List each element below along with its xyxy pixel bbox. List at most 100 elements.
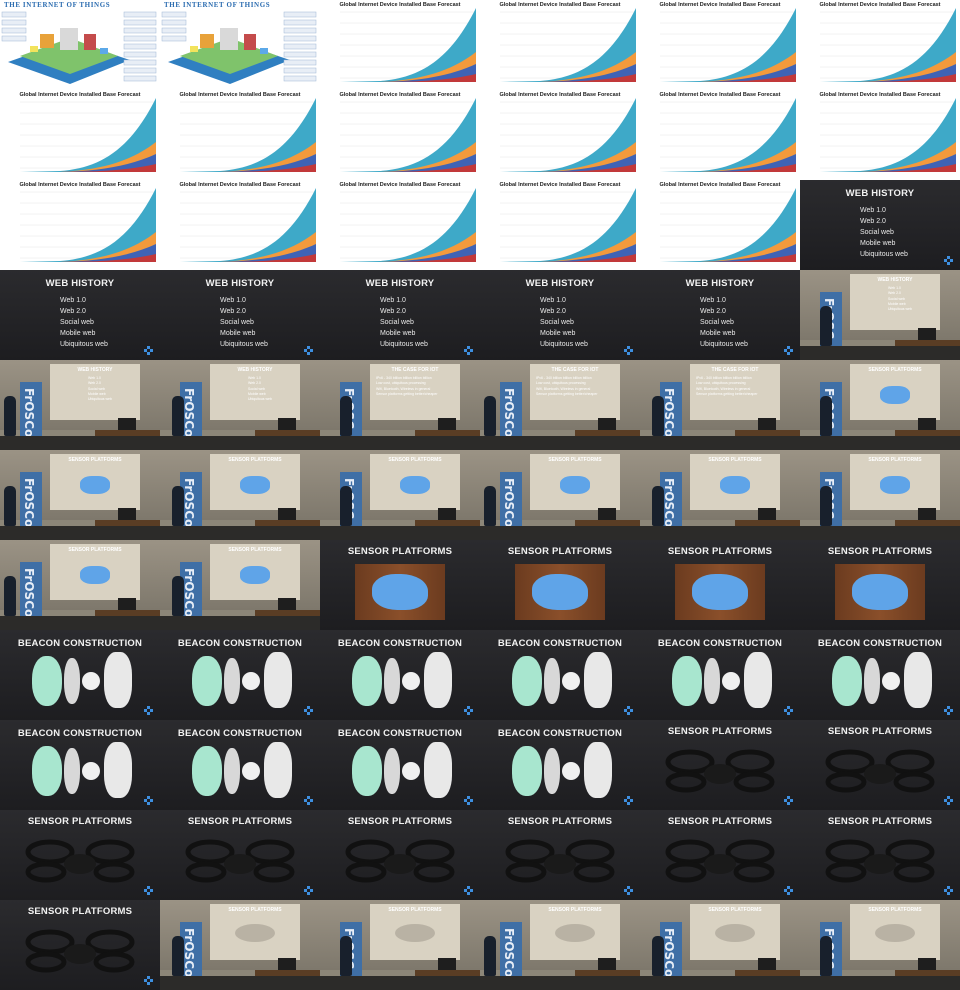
frame-thumbnail: BEACON CONSTRUCTION [0, 630, 160, 720]
frame-thumbnail: FrOSConWEB HISTORYWeb 1.0Web 2.0Social w… [800, 270, 960, 360]
chart-plot [180, 188, 316, 262]
web-history-item: Ubiquitous web [540, 341, 588, 348]
web-history-list: Web 1.0 Web 2.0 Social web Mobile web Ubiqui… [380, 295, 428, 350]
projected-drone [875, 924, 915, 942]
slide-title: WEB HISTORY [685, 278, 755, 289]
frame-thumbnail: FrOSConSENSOR PLATFORMS [800, 450, 960, 540]
beacon-shell-mint [672, 656, 702, 706]
speaker [172, 486, 184, 526]
beacon-circuit-board [224, 658, 240, 704]
projection-screen: SENSOR PLATFORMS [530, 454, 620, 510]
estimote-sensor [372, 574, 428, 610]
audience-heads [160, 616, 320, 630]
projected-list: IPv6 - 340 billion billion billion billi… [536, 376, 597, 397]
slide-nav-icon [944, 706, 953, 715]
projection-screen: WEB HISTORY Web 1.0 Web 2.0 Social web Mobil… [210, 364, 300, 420]
slide-nav-icon [304, 796, 313, 805]
frame-thumbnail: SENSOR PLATFORMS [480, 540, 640, 630]
frame-thumbnail: FrOSConTHE CASE FOR IOTIPv6 - 340 billio… [640, 360, 800, 450]
beacon-battery [562, 762, 580, 780]
projected-slide-title: SENSOR PLATFORMS [868, 367, 922, 373]
speaker [340, 936, 352, 976]
projection-screen: SENSOR PLATFORMS [850, 904, 940, 960]
frame-thumbnail: Global Internet Device Installed Base Fo… [320, 180, 480, 270]
projected-slide-title: SENSOR PLATFORMS [68, 457, 122, 463]
speaker [820, 936, 832, 976]
projection-screen: SENSOR PLATFORMS [690, 904, 780, 960]
chart-plot [340, 98, 476, 172]
projection-screen: SENSOR PLATFORMS [210, 454, 300, 510]
frame-thumbnail: Global Internet Device Installed Base Fo… [640, 90, 800, 180]
beacon-circuit-board [704, 658, 720, 704]
quadcopter-drone [825, 749, 935, 793]
projected-drone [235, 924, 275, 942]
frame-thumbnail: BEACON CONSTRUCTION [480, 720, 640, 810]
chart-plot [20, 98, 156, 172]
frame-thumbnail: BEACON CONSTRUCTION [800, 630, 960, 720]
speaker [4, 396, 16, 436]
beacon-shell-mint [512, 656, 542, 706]
frame-thumbnail: FrOSConSENSOR PLATFORMS [320, 900, 480, 990]
audience-heads [640, 976, 800, 990]
slide-title: WEB HISTORY [205, 278, 275, 289]
frame-contact-sheet: THE INTERNET OF THINGS THE INTERNET OF TH… [0, 0, 960, 990]
slide-title: BEACON CONSTRUCTION [497, 638, 623, 649]
frame-thumbnail: FrOSConWEB HISTORYWeb 1.0Web 2.0Social w… [160, 360, 320, 450]
slide-title: SENSOR PLATFORMS [827, 546, 933, 557]
chart-plot [180, 98, 316, 172]
frame-thumbnail: WEB HISTORY Web 1.0 Web 2.0 Social web Mobil… [320, 270, 480, 360]
projected-sensor [880, 476, 910, 494]
frame-thumbnail: Global Internet Device Installed Base Fo… [480, 0, 640, 90]
slide-nav-icon [464, 706, 473, 715]
lectern-monitor [438, 418, 456, 430]
web-history-item: Mobile web [60, 330, 96, 337]
beacon-battery [82, 672, 100, 690]
frame-thumbnail: Global Internet Device Installed Base Fo… [640, 0, 800, 90]
web-history-item: Social web [540, 319, 574, 326]
web-history-item: Mobile web [220, 330, 256, 337]
lectern-monitor [598, 418, 616, 430]
chart-plot [500, 188, 636, 262]
chart-plot [20, 188, 156, 262]
frame-thumbnail: Global Internet Device Installed Base Fo… [480, 90, 640, 180]
beacon-shell-white [104, 652, 132, 708]
frame-thumbnail: FrOSConSENSOR PLATFORMS [800, 360, 960, 450]
beacon-circuit-board [224, 748, 240, 794]
projected-list-item: Ubiquitous web [88, 397, 112, 402]
audience-heads [800, 526, 960, 540]
speaker [820, 306, 832, 346]
web-history-item: Mobile web [860, 240, 896, 247]
projection-screen: SENSOR PLATFORMS [210, 544, 300, 600]
frame-thumbnail: SENSOR PLATFORMS [0, 810, 160, 900]
lectern-monitor [918, 328, 936, 340]
chart-plot [340, 188, 476, 262]
projected-sensor [720, 476, 750, 494]
beacon-shell-white [264, 652, 292, 708]
slide-nav-icon [304, 706, 313, 715]
speaker [820, 396, 832, 436]
audience-heads [800, 436, 960, 450]
projected-slide-title: SENSOR PLATFORMS [708, 457, 762, 463]
beacon-circuit-board [384, 658, 400, 704]
frame-thumbnail: WEB HISTORY Web 1.0 Web 2.0 Social web Mobil… [640, 270, 800, 360]
web-history-item: Ubiquitous web [60, 341, 108, 348]
beacon-shell-mint [512, 746, 542, 796]
frame-thumbnail: Global Internet Device Installed Base Fo… [320, 0, 480, 90]
frame-thumbnail: Global Internet Device Installed Base Fo… [160, 90, 320, 180]
chart-plot [820, 98, 956, 172]
frame-thumbnail: Global Internet Device Installed Base Fo… [320, 90, 480, 180]
frame-thumbnail: Global Internet Device Installed Base Fo… [0, 90, 160, 180]
speaker [172, 576, 184, 616]
lectern-monitor [598, 508, 616, 520]
web-history-item: Social web [60, 319, 94, 326]
lectern-monitor [438, 508, 456, 520]
lectern-monitor [918, 418, 936, 430]
web-history-item: Social web [220, 319, 254, 326]
projected-list: IPv6 - 340 billion billion billion billi… [696, 376, 757, 397]
projected-list: Web 1.0 Web 2.0 Social web Mobile web Ubiqui… [248, 376, 272, 402]
web-history-item: Ubiquitous web [860, 251, 908, 258]
frame-thumbnail: BEACON CONSTRUCTION [160, 630, 320, 720]
audience-heads [480, 436, 640, 450]
frame-thumbnail: BEACON CONSTRUCTION [320, 630, 480, 720]
slide-nav-icon [784, 706, 793, 715]
